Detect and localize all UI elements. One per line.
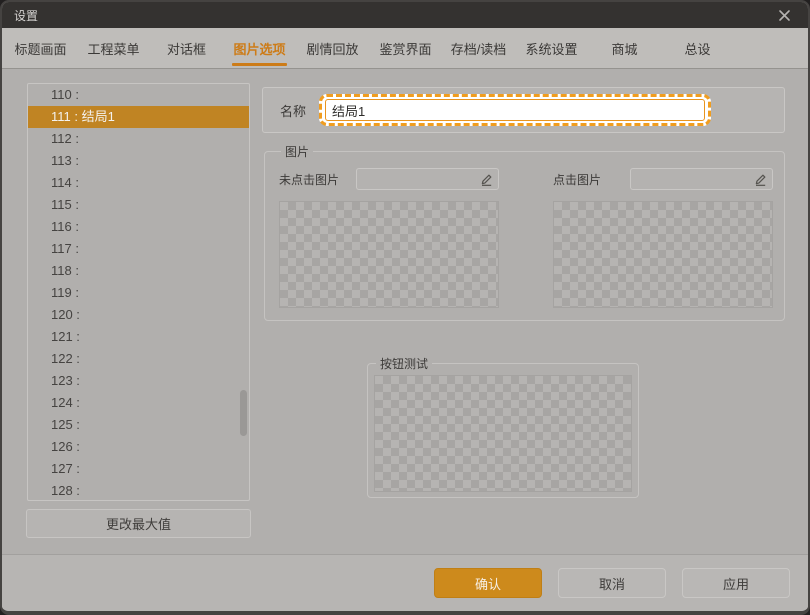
tab-4[interactable]: 图片选项: [223, 28, 296, 68]
left-panel: 110 :111 : 结局1112 :113 :114 :115 :116 :1…: [2, 69, 260, 554]
settings-dialog: 设置 标题画面工程菜单对话框图片选项剧情回放鉴赏界面存档/读档系统设置商城总设 …: [0, 0, 810, 615]
right-panel: 名称 图片 未点击图片: [260, 69, 810, 554]
title-bar: 设置: [2, 2, 808, 28]
list-item[interactable]: 111 : 结局1: [28, 106, 249, 128]
change-max-button[interactable]: 更改最大值: [26, 509, 251, 538]
name-input[interactable]: [325, 99, 705, 121]
list-item[interactable]: 116 :: [28, 216, 249, 238]
dialog-content: 110 :111 : 结局1112 :113 :114 :115 :116 :1…: [2, 69, 808, 554]
close-icon: [778, 9, 791, 22]
tab-6[interactable]: 鉴赏界面: [369, 28, 442, 68]
list-item[interactable]: 127 :: [28, 458, 249, 480]
list-item[interactable]: 113 :: [28, 150, 249, 172]
list-item[interactable]: 122 :: [28, 348, 249, 370]
button-test-group: 按钮测试: [367, 355, 639, 498]
list-item[interactable]: 110 :: [28, 84, 249, 106]
list-item[interactable]: 117 :: [28, 238, 249, 260]
list-item[interactable]: 125 :: [28, 414, 249, 436]
close-button[interactable]: [772, 4, 796, 26]
image-group-title: 图片: [281, 143, 313, 160]
unclicked-image-column: 未点击图片: [279, 168, 499, 308]
tab-7[interactable]: 存档/读档: [442, 28, 515, 68]
list-item[interactable]: 120 :: [28, 304, 249, 326]
name-label: 名称: [280, 101, 306, 120]
tab-9[interactable]: 商城: [588, 28, 661, 68]
button-test-title: 按钮测试: [376, 355, 432, 372]
tab-bar: 标题画面工程菜单对话框图片选项剧情回放鉴赏界面存档/读档系统设置商城总设: [2, 28, 808, 69]
list-item[interactable]: 123 :: [28, 370, 249, 392]
footer-bar: 确认 取消 应用: [2, 554, 808, 611]
list-item[interactable]: 114 :: [28, 172, 249, 194]
list-item[interactable]: 126 :: [28, 436, 249, 458]
list-item[interactable]: 118 :: [28, 260, 249, 282]
unclicked-image-label: 未点击图片: [279, 171, 339, 188]
edit-pencil-icon[interactable]: [479, 172, 494, 187]
tab-1[interactable]: 标题画面: [4, 28, 77, 68]
list-item[interactable]: 119 :: [28, 282, 249, 304]
edit-pencil-icon[interactable]: [753, 172, 768, 187]
list-item[interactable]: 121 :: [28, 326, 249, 348]
apply-button[interactable]: 应用: [682, 568, 790, 598]
tab-8[interactable]: 系统设置: [515, 28, 588, 68]
list-item[interactable]: 124 :: [28, 392, 249, 414]
list-item[interactable]: 128 :: [28, 480, 249, 501]
unclicked-image-preview: [279, 201, 499, 308]
tab-2[interactable]: 工程菜单: [77, 28, 150, 68]
name-row: 名称: [262, 87, 785, 133]
clicked-image-input[interactable]: [630, 168, 773, 190]
confirm-button[interactable]: 确认: [434, 568, 542, 598]
clicked-image-label: 点击图片: [553, 171, 601, 188]
image-group: 图片 未点击图片: [264, 143, 785, 321]
tab-10[interactable]: 总设: [661, 28, 734, 68]
cancel-button[interactable]: 取消: [558, 568, 666, 598]
scrollbar-thumb[interactable]: [240, 390, 247, 436]
list-item[interactable]: 115 :: [28, 194, 249, 216]
ending-list-items: 110 :111 : 结局1112 :113 :114 :115 :116 :1…: [28, 84, 249, 501]
clicked-image-preview: [553, 201, 773, 308]
tab-5[interactable]: 剧情回放: [296, 28, 369, 68]
ending-list: 110 :111 : 结局1112 :113 :114 :115 :116 :1…: [27, 83, 250, 501]
tab-3[interactable]: 对话框: [150, 28, 223, 68]
name-input-focus-ring: [319, 94, 711, 126]
dialog-title: 设置: [14, 7, 38, 24]
button-test-preview: [374, 375, 632, 492]
clicked-image-column: 点击图片: [553, 168, 773, 308]
unclicked-image-input[interactable]: [356, 168, 499, 190]
list-item[interactable]: 112 :: [28, 128, 249, 150]
